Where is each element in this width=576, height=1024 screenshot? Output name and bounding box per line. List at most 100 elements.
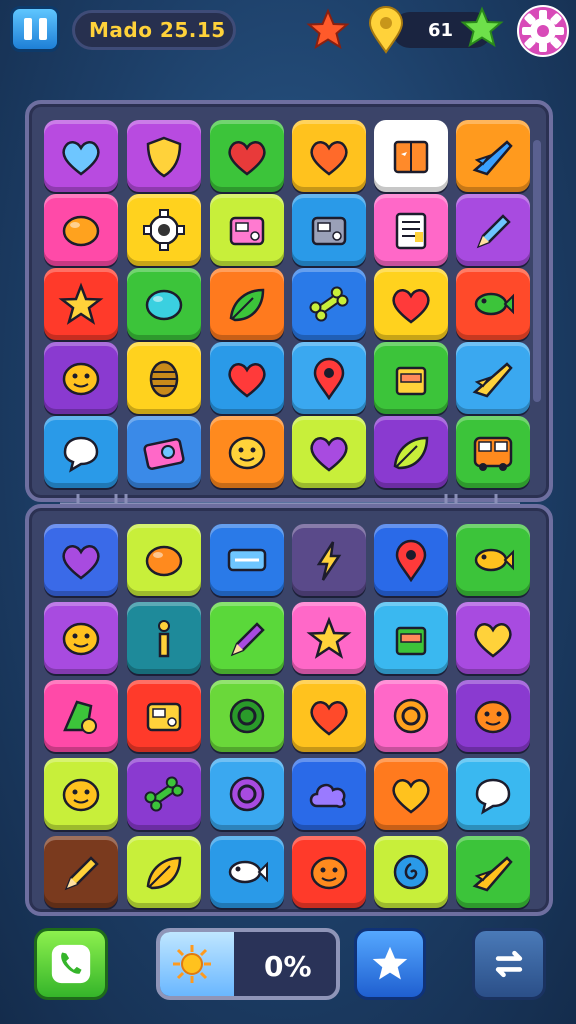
top-board-tile[interactable]: [292, 194, 366, 266]
bottom-board-tile[interactable]: [292, 602, 366, 674]
phone-button[interactable]: [34, 928, 108, 1000]
ring-icon: [229, 776, 265, 812]
heart-icon: [392, 779, 430, 814]
top-board-tile[interactable]: [127, 268, 201, 340]
top-board-tile[interactable]: [456, 120, 530, 192]
bottom-board-tile[interactable]: [456, 524, 530, 596]
pause-icon-bar: [38, 18, 47, 40]
face-icon: [62, 778, 100, 812]
swap-icon: [495, 950, 523, 978]
blob-icon: [145, 289, 183, 321]
top-board-tile[interactable]: [127, 416, 201, 488]
top-board-tile[interactable]: [374, 342, 448, 414]
progress-bar: 0%: [156, 928, 340, 1000]
bottom-board-tile[interactable]: [44, 680, 118, 752]
bottom-board-tile[interactable]: [374, 680, 448, 752]
bottom-board-tile[interactable]: [210, 524, 284, 596]
top-board-tile[interactable]: [292, 120, 366, 192]
heart-icon: [310, 141, 348, 176]
box-icon: [395, 626, 427, 656]
top-board-tile[interactable]: [456, 194, 530, 266]
bottom-board-tile[interactable]: [292, 836, 366, 908]
bottom-board-tile[interactable]: [456, 602, 530, 674]
top-board-tile[interactable]: [127, 194, 201, 266]
star-icon: [306, 616, 352, 659]
top-board-tile[interactable]: [127, 120, 201, 192]
shuffle-button[interactable]: [472, 928, 546, 1000]
bottom-board-tile[interactable]: [292, 524, 366, 596]
heart-icon: [62, 545, 100, 580]
rect-icon: [227, 548, 267, 572]
bottom-board-tile[interactable]: [374, 836, 448, 908]
bottom-board-tile[interactable]: [292, 680, 366, 752]
fish-icon: [474, 292, 514, 316]
top-board-tile[interactable]: [292, 268, 366, 340]
bone-icon: [144, 776, 184, 812]
top-board-tile[interactable]: [127, 342, 201, 414]
top-board-tile[interactable]: [44, 120, 118, 192]
pencil-icon: [476, 214, 511, 249]
top-board-tile[interactable]: [44, 342, 118, 414]
heart-icon: [392, 289, 430, 324]
top-board-tile[interactable]: [374, 194, 448, 266]
top-board-tile[interactable]: [374, 268, 448, 340]
bottom-board-tile[interactable]: [210, 758, 284, 830]
top-board-tile[interactable]: [292, 416, 366, 488]
pencil-icon: [230, 622, 265, 657]
box-icon: [395, 366, 427, 396]
top-board-tile[interactable]: [210, 120, 284, 192]
cloud-icon: [309, 783, 346, 808]
bottom-board-tile[interactable]: [44, 758, 118, 830]
bubble-icon: [475, 778, 511, 815]
leaf-icon: [393, 436, 429, 470]
bottom-board-tile[interactable]: [210, 680, 284, 752]
bottom-board-tile[interactable]: [456, 836, 530, 908]
bottom-board-tile[interactable]: [374, 758, 448, 830]
bottom-board-tile[interactable]: [44, 524, 118, 596]
bottom-board-tile[interactable]: [127, 602, 201, 674]
bubble-icon: [63, 436, 99, 473]
top-board-tile[interactable]: [292, 342, 366, 414]
bottom-board-tile[interactable]: [127, 680, 201, 752]
phone-icon: [51, 944, 91, 984]
top-board-tile[interactable]: [374, 120, 448, 192]
bottom-board-tile[interactable]: [374, 524, 448, 596]
currency-value: 61: [428, 19, 454, 41]
top-board-tile[interactable]: [210, 268, 284, 340]
top-board-tile[interactable]: [456, 268, 530, 340]
ring-icon: [393, 698, 429, 734]
hive-icon: [149, 360, 179, 398]
map-pin-icon: [368, 6, 404, 54]
tool-icon: [63, 700, 97, 734]
face-icon: [62, 622, 100, 656]
bottom-board-tile[interactable]: [44, 602, 118, 674]
pause-button[interactable]: [10, 6, 60, 52]
fish-icon: [228, 860, 268, 884]
top-board-tile[interactable]: [456, 416, 530, 488]
top-board-tile[interactable]: [210, 416, 284, 488]
top-board-tile[interactable]: [374, 416, 448, 488]
board-scrollbar[interactable]: [533, 140, 541, 402]
top-board-tile[interactable]: [210, 342, 284, 414]
bolt-icon: [316, 541, 342, 581]
bottom-board-tile[interactable]: [210, 602, 284, 674]
bottom-board-tile[interactable]: [374, 602, 448, 674]
bottom-board-tile[interactable]: [292, 758, 366, 830]
bottom-board-tile[interactable]: [456, 758, 530, 830]
bottom-board-tile[interactable]: [127, 524, 201, 596]
bottom-board-tile[interactable]: [127, 758, 201, 830]
bottom-board-tile[interactable]: [127, 836, 201, 908]
top-board-tile[interactable]: [44, 268, 118, 340]
face-icon: [474, 700, 512, 734]
bottom-board-tile[interactable]: [456, 680, 530, 752]
favorite-button[interactable]: [354, 928, 426, 1000]
bottom-board-tile[interactable]: [44, 836, 118, 908]
top-board-tile[interactable]: [44, 194, 118, 266]
top-board-tile[interactable]: [44, 416, 118, 488]
top-board-tile[interactable]: [456, 342, 530, 414]
pin-icon: [395, 539, 427, 582]
gear-icon[interactable]: [516, 4, 570, 58]
top-board-tile[interactable]: [210, 194, 284, 266]
bottom-board-tile[interactable]: [210, 836, 284, 908]
plane-icon: [472, 362, 513, 398]
